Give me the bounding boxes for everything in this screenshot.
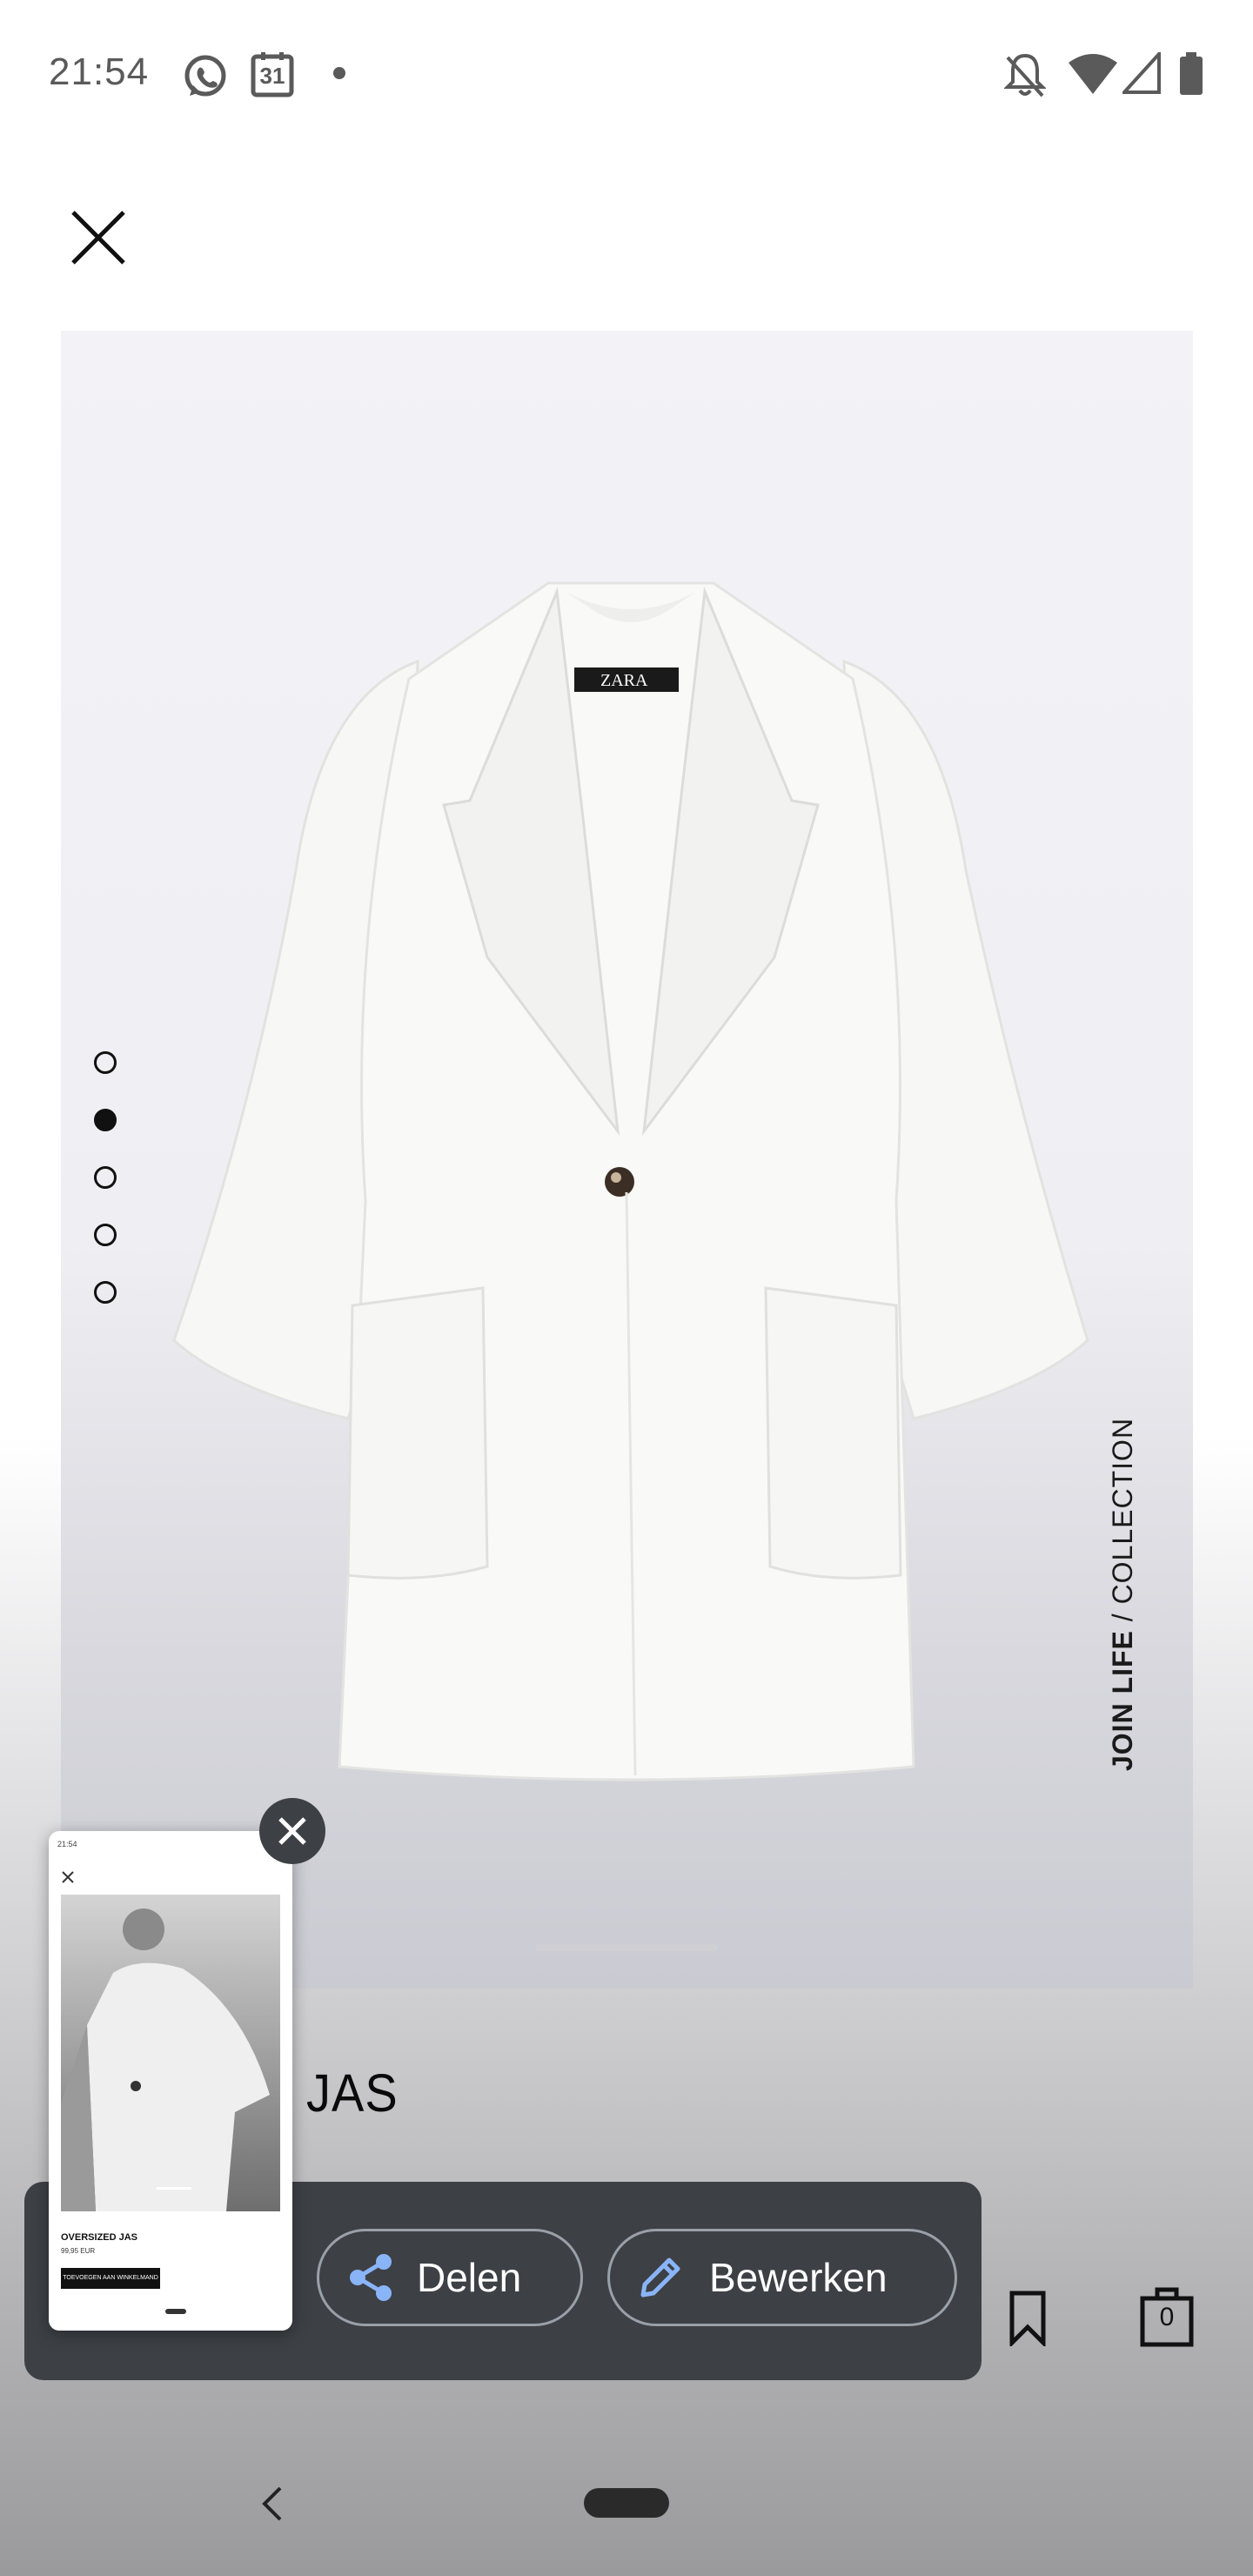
calendar-icon: 31 <box>251 52 294 97</box>
coat-illustration: ZARA <box>172 581 1089 1781</box>
product-title: JAS <box>306 2062 399 2123</box>
brand-label-text: ZARA <box>600 671 648 690</box>
thumbnail-price: 99,95 EUR <box>61 2247 96 2255</box>
thumbnail-image <box>61 1895 280 2211</box>
screenshot-thumbnail[interactable]: 21:54 OVERSIZED JAS 99,95 EUR TOEVOEGEN … <box>49 1831 292 2331</box>
pagination-dot[interactable] <box>94 1166 117 1189</box>
thumbnail-add-to-cart: TOEVOEGEN AAN WINKELMAND <box>61 2268 160 2289</box>
bookmark-icon[interactable] <box>1009 2291 1046 2346</box>
pagination-dot[interactable] <box>94 1224 117 1246</box>
collection-label: JOIN LIFE / COLLECTION <box>1107 1418 1139 1771</box>
calendar-day: 31 <box>259 63 285 89</box>
pagination-dot[interactable] <box>94 1109 117 1131</box>
status-bar: 21:54 31 <box>0 0 1253 148</box>
notification-dot-icon <box>333 67 345 79</box>
wifi-icon <box>1069 54 1117 94</box>
notifications-off-icon <box>1004 53 1046 97</box>
thumbnail-product-title: OVERSIZED JAS <box>61 2232 138 2243</box>
thumbnail-home-pill <box>165 2309 186 2314</box>
whatsapp-icon <box>184 55 226 97</box>
thumbnail-status-time: 21:54 <box>57 1840 77 1848</box>
cellular-signal-icon <box>1122 52 1161 94</box>
pagination-dot[interactable] <box>94 1281 117 1304</box>
back-icon[interactable] <box>259 2485 285 2523</box>
battery-icon <box>1180 52 1203 95</box>
close-button[interactable] <box>68 207 129 268</box>
collection-label-rest: / COLLECTION <box>1107 1417 1138 1631</box>
product-image[interactable]: ZARA <box>61 331 1193 1989</box>
edit-button[interactable]: Bewerken <box>607 2229 957 2326</box>
edit-label: Bewerken <box>709 2255 888 2300</box>
cart-count: 0 <box>1159 2303 1175 2331</box>
share-icon <box>350 2254 392 2301</box>
status-time: 21:54 <box>49 50 150 93</box>
share-label: Delen <box>417 2255 522 2300</box>
thumbnail-dismiss-button[interactable] <box>259 1798 325 1864</box>
share-button[interactable]: Delen <box>317 2229 583 2326</box>
image-scroll-indicator <box>535 1944 718 1951</box>
home-handle[interactable] <box>584 2488 669 2518</box>
close-icon <box>278 1817 306 1845</box>
thumbnail-close-icon <box>62 1871 74 1883</box>
pagination-dot[interactable] <box>94 1051 117 1074</box>
pencil-icon <box>640 2257 680 2298</box>
collection-label-strong: JOIN LIFE <box>1107 1630 1138 1771</box>
